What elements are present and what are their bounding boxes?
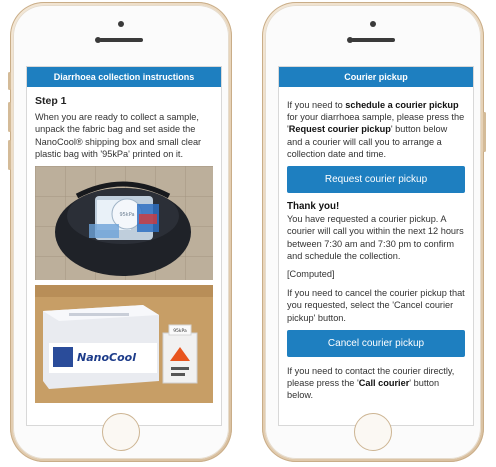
phone-left: Diarrhoea collection instructions Step 1… <box>8 2 232 462</box>
photo-fabric-bag: 95kPa <box>35 166 213 281</box>
phone-body: Courier pickup If you need to schedule a… <box>265 5 481 459</box>
contact-bold-call: Call courier <box>358 378 410 389</box>
thanks-title: Thank you! <box>287 201 340 213</box>
phone-right: Courier pickup If you need to schedule a… <box>262 2 486 462</box>
power-button <box>483 112 486 152</box>
intro-bold-request: Request courier pickup <box>288 124 391 135</box>
front-sensor-icon <box>370 21 376 27</box>
instructions-content: Step 1 When you are ready to collect a s… <box>27 87 221 414</box>
request-courier-button[interactable]: Request courier pickup <box>287 166 465 194</box>
intro-bold-schedule: schedule a courier pickup <box>345 100 459 110</box>
intro-text: If you need to schedule a courier pickup… <box>287 99 465 160</box>
cancel-text: If you need to cancel the courier pickup… <box>287 288 465 323</box>
contact-text: If you need to contact the courier direc… <box>287 365 465 402</box>
thanks-text: You have requested a courier pickup. A c… <box>287 214 464 261</box>
phone-body: Diarrhoea collection instructions Step 1… <box>13 5 229 459</box>
page-header: Diarrhoea collection instructions <box>27 67 221 87</box>
earpiece-icon <box>99 38 143 42</box>
screen-left[interactable]: Diarrhoea collection instructions Step 1… <box>27 67 221 425</box>
box-brand-label: NanoCool <box>77 351 136 364</box>
home-button[interactable] <box>354 413 392 451</box>
mute-switch <box>8 72 11 90</box>
page-header: Courier pickup <box>279 67 473 87</box>
intro-text-part: If you need to <box>287 100 346 110</box>
earpiece-icon <box>351 38 395 42</box>
front-sensor-icon <box>118 21 124 27</box>
cancel-courier-button[interactable]: Cancel courier pickup <box>287 329 465 357</box>
home-button[interactable] <box>102 413 140 451</box>
shipping-box-image: NanoCool 95kPa <box>35 285 213 404</box>
computed-field: [Computed] <box>287 269 335 280</box>
photo-shipping-box: NanoCool 95kPa <box>35 285 213 404</box>
step-title: Step 1 <box>35 95 67 107</box>
fabric-bag-image: 95kPa <box>35 166 213 281</box>
courier-content: If you need to schedule a courier pickup… <box>279 87 473 413</box>
small-bag-label: 95kPa <box>173 328 187 334</box>
bag-print-label: 95kPa <box>119 212 134 218</box>
volume-up-button <box>8 102 11 132</box>
screen-right[interactable]: Courier pickup If you need to schedule a… <box>279 67 473 425</box>
volume-down-button <box>8 140 11 170</box>
step-text: When you are ready to collect a sample, … <box>35 112 202 159</box>
